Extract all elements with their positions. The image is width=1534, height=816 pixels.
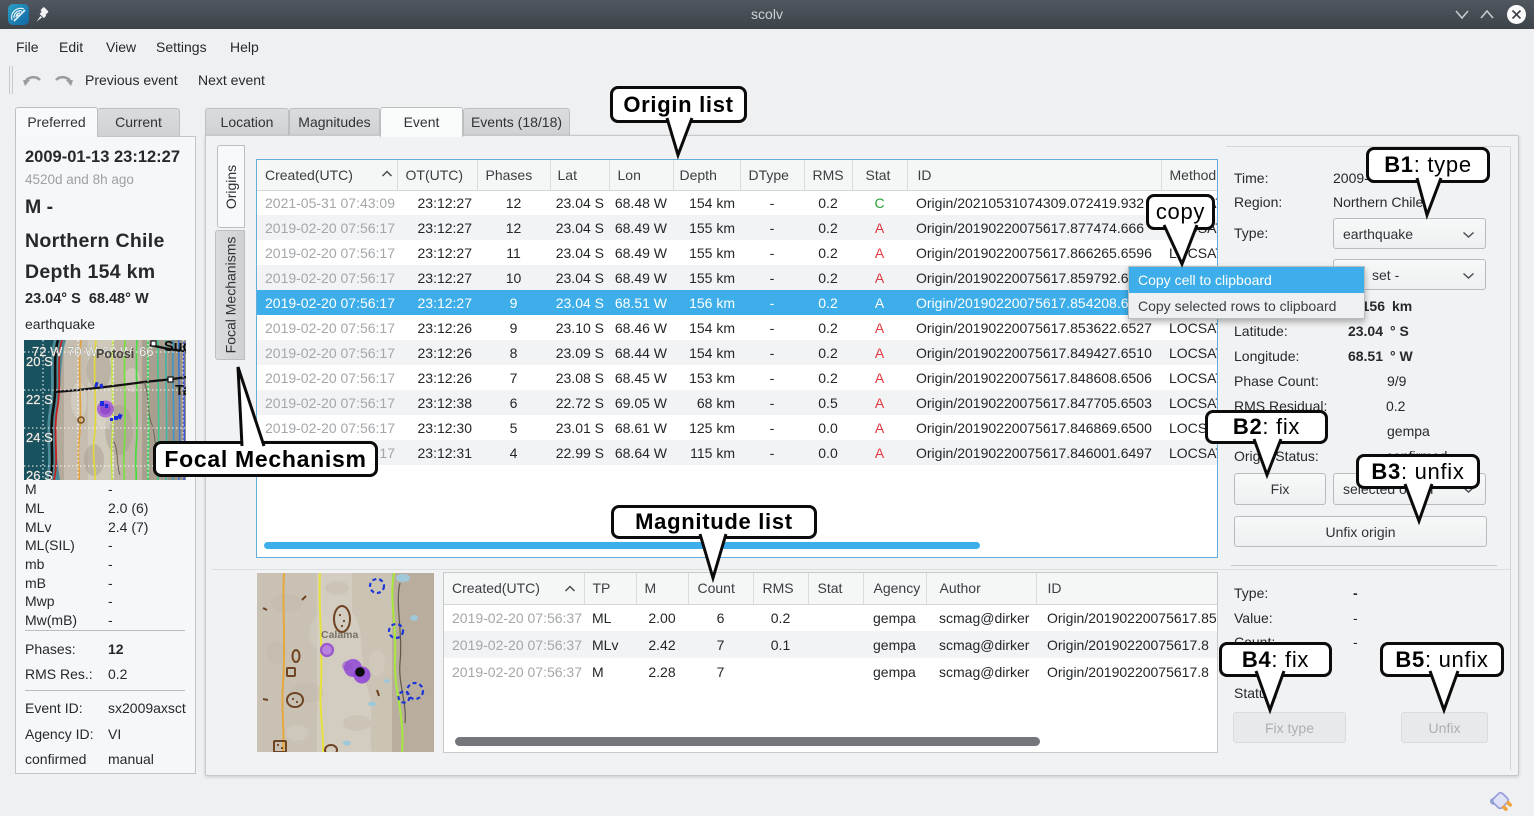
svg-text:Suc: Suc [164, 340, 186, 355]
svg-text:Potosi: Potosi [96, 347, 134, 361]
svg-text:20 S: 20 S [26, 354, 53, 369]
svg-text:Ta: Ta [175, 383, 186, 399]
svg-text:24 S: 24 S [26, 430, 53, 445]
svg-text:70 W: 70 W [67, 344, 98, 359]
svg-text:22 S: 22 S [26, 392, 53, 407]
svg-text:26 S: 26 S [26, 468, 53, 480]
svg-text:Calama: Calama [321, 629, 359, 641]
